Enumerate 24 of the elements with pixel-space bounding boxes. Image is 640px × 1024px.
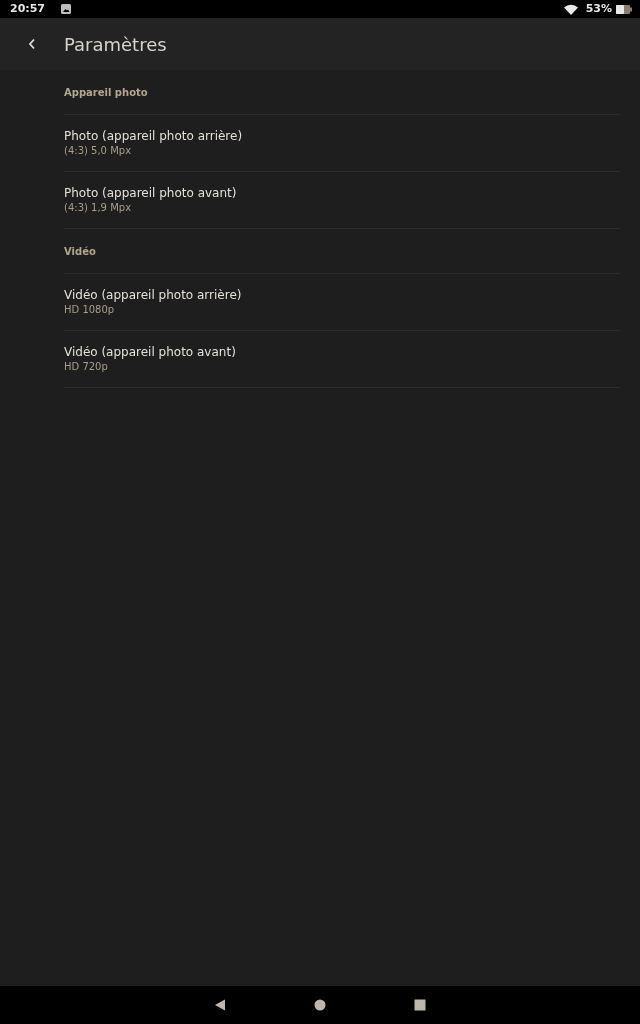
settings-item[interactable]: Photo (appareil photo avant) (4:3) 1,9 Mpx — [64, 172, 620, 229]
settings-item[interactable]: Vidéo (appareil photo arrière) HD 1080p — [64, 274, 620, 331]
recents-nav-icon[interactable] — [414, 999, 426, 1011]
status-time: 20:57 — [10, 0, 45, 17]
section-header: Appareil photo — [64, 85, 148, 100]
item-value: (4:3) 5,0 Mpx — [64, 144, 133, 158]
section-header: Vidéo — [64, 244, 96, 259]
wifi-icon — [563, 3, 578, 15]
item-value: (4:3) 1,9 Mpx — [64, 201, 133, 215]
item-title: Vidéo (appareil photo arrière) — [64, 287, 243, 303]
back-nav-icon[interactable] — [214, 999, 226, 1011]
back-icon — [28, 38, 36, 50]
home-nav-icon[interactable] — [314, 999, 326, 1011]
item-title: Photo (appareil photo avant) — [64, 185, 238, 201]
image-icon — [61, 4, 71, 14]
settings-item[interactable]: Photo (appareil photo arrière) (4:3) 5,0 Mpx — [64, 115, 620, 172]
item-value: HD 720p — [64, 360, 109, 374]
item-value: HD 1080p — [64, 303, 116, 317]
item-title: Vidéo (appareil photo avant) — [64, 344, 237, 360]
item-title: Photo (appareil photo arrière) — [64, 128, 244, 144]
battery-icon — [616, 4, 632, 14]
battery-percent: 53% — [585, 0, 612, 17]
settings-item[interactable]: Vidéo (appareil photo avant) HD 720p — [64, 331, 620, 388]
page-title: Paramètres — [64, 32, 167, 57]
